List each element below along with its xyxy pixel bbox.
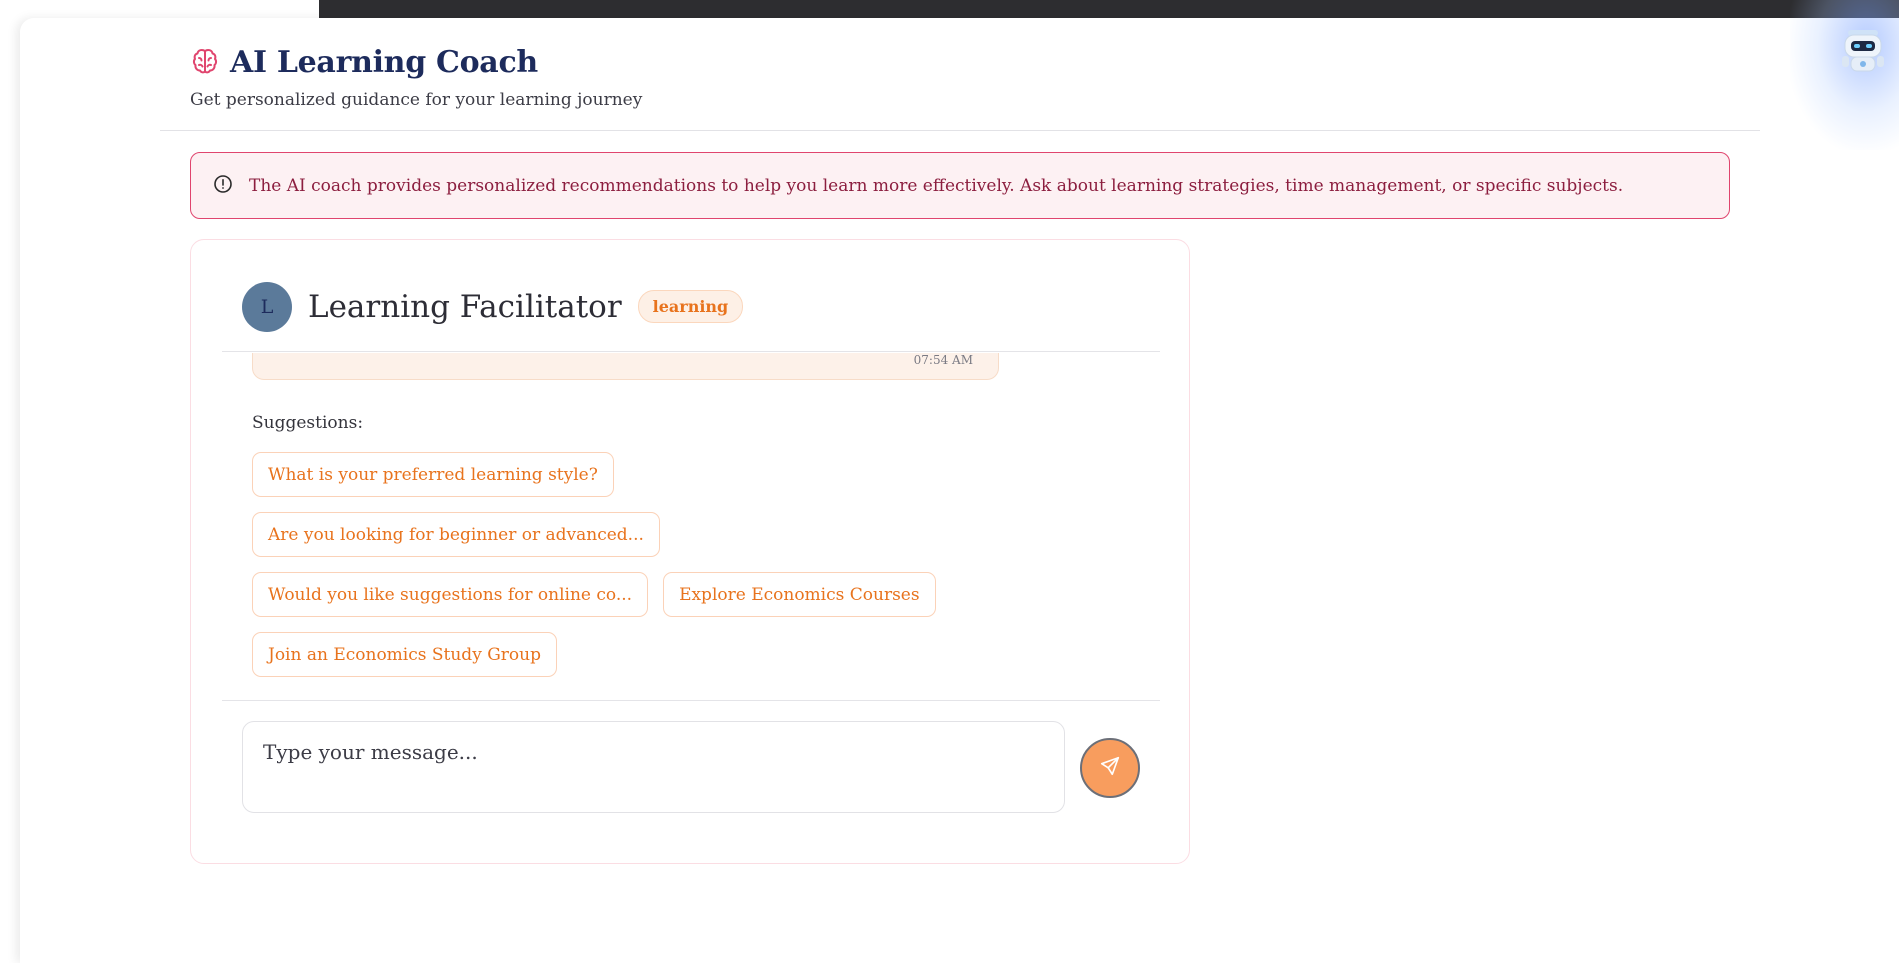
suggestion-chip[interactable]: Are you looking for beginner or advanced… bbox=[252, 512, 660, 557]
page-title: AI Learning Coach bbox=[230, 45, 538, 80]
send-button[interactable] bbox=[1080, 738, 1140, 798]
assistant-message-bubble: 07:54 AM bbox=[252, 353, 999, 380]
banner-text: The AI coach provides personalized recom… bbox=[249, 175, 1624, 196]
message-timestamp: 07:54 AM bbox=[913, 353, 973, 367]
robot-icon[interactable] bbox=[1838, 26, 1888, 76]
suggestion-chip[interactable]: Join an Economics Study Group bbox=[252, 632, 557, 677]
chat-card: L Learning Facilitator learning 07:54 AM… bbox=[190, 239, 1190, 864]
agent-name: Learning Facilitator bbox=[308, 288, 622, 325]
info-banner: The AI coach provides personalized recom… bbox=[190, 152, 1730, 219]
suggestion-chip[interactable]: What is your preferred learning style? bbox=[252, 452, 614, 497]
send-icon bbox=[1099, 755, 1121, 781]
input-divider bbox=[222, 700, 1160, 701]
suggestion-chip[interactable]: Would you like suggestions for online co… bbox=[252, 572, 649, 617]
suggestion-chips: What is your preferred learning style? A… bbox=[252, 452, 1032, 677]
alert-circle-icon bbox=[213, 174, 233, 198]
message-input[interactable] bbox=[242, 721, 1065, 813]
suggestions-label: Suggestions: bbox=[252, 413, 364, 433]
avatar: L bbox=[242, 281, 292, 332]
top-dark-bar bbox=[319, 0, 1899, 18]
message-list[interactable]: 07:54 AM Suggestions: What is your prefe… bbox=[222, 353, 1160, 701]
page-header: AI Learning Coach Get personalized guida… bbox=[190, 45, 642, 110]
chat-header: L Learning Facilitator learning bbox=[222, 262, 1160, 352]
title-row: AI Learning Coach bbox=[190, 45, 642, 80]
suggestion-chip[interactable]: Explore Economics Courses bbox=[663, 572, 936, 617]
header-divider bbox=[160, 130, 1760, 131]
brain-icon bbox=[190, 46, 220, 80]
page-subtitle: Get personalized guidance for your learn… bbox=[190, 90, 643, 110]
agent-category-badge: learning bbox=[637, 290, 744, 323]
